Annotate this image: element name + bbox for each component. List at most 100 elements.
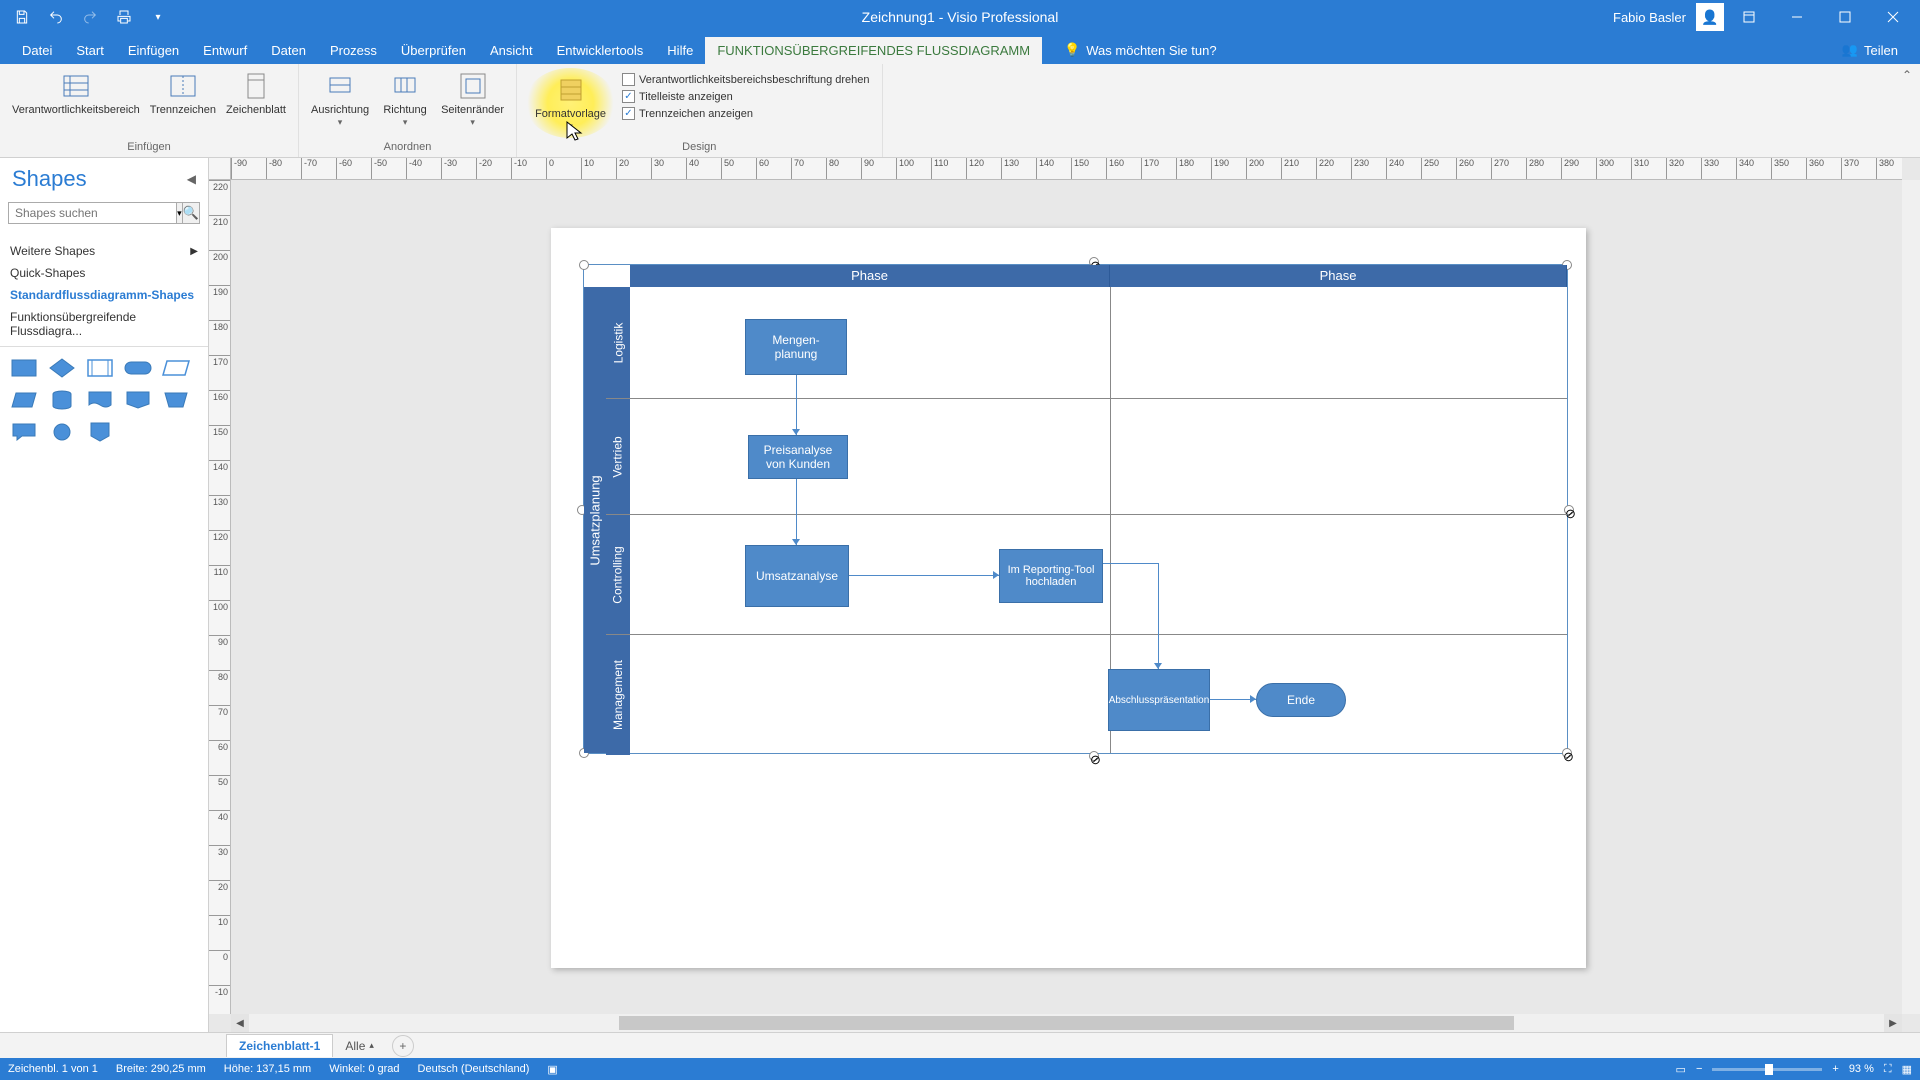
connector[interactable] [849,575,999,576]
tab-start[interactable]: Start [64,37,115,64]
zoom-in-button[interactable]: + [1832,1063,1838,1075]
redo-button[interactable] [76,3,104,31]
ausrichtung-button[interactable]: Ausrichtung ▾ [307,68,373,130]
swimlane-diagram[interactable]: ⊘ ⊘ ⊘ ⊘ Phase Phase Umsatzplanung [583,264,1568,754]
tab-hilfe[interactable]: Hilfe [655,37,705,64]
stencil-crossfunctional[interactable]: Funktionsübergreifende Flussdiagra... [0,306,208,342]
lane-header-management[interactable]: Management [606,635,630,755]
tab-prozess[interactable]: Prozess [318,37,389,64]
qat-customize[interactable]: ▾ [144,3,172,31]
show-titlebar-checkbox[interactable]: ✓Titelleiste anzeigen [622,89,870,104]
canvas[interactable]: ⊘ ⊘ ⊘ ⊘ Phase Phase Umsatzplanung [231,180,1902,1014]
connector[interactable] [796,479,797,515]
tab-entwurf[interactable]: Entwurf [191,37,259,64]
box-umsatzanalyse[interactable]: Umsatzanalyse [745,545,849,607]
macro-record-icon[interactable]: ▣ [547,1063,557,1076]
show-separators-checkbox[interactable]: ✓Trennzeichen anzeigen [622,106,870,121]
status-language[interactable]: Deutsch (Deutschland) [418,1063,530,1075]
close-button[interactable] [1870,0,1916,34]
zoom-slider[interactable] [1712,1068,1822,1071]
phase-1[interactable]: Phase [630,265,1110,287]
lane-management[interactable]: Management Abschlusspräsentation Ende [606,635,1567,755]
shape-process[interactable] [10,357,38,379]
avatar[interactable]: 👤 [1696,3,1724,31]
scrollbar-thumb[interactable] [619,1016,1514,1030]
shape-connector-circle[interactable] [48,421,76,443]
tab-ueberpruefen[interactable]: Überprüfen [389,37,478,64]
collapse-ribbon[interactable]: ⌃ [1894,64,1920,157]
tab-funktionsuebergreifendes-flussdiagramm[interactable]: FUNKTIONSÜBERGREIFENDES FLUSSDIAGRAMM [705,37,1042,64]
vertical-scrollbar[interactable] [1902,180,1920,1014]
lane-controlling[interactable]: Controlling Umsatzanalyse Im Reporting-T… [606,515,1567,635]
scroll-right-icon[interactable]: ▶ [1884,1014,1902,1032]
save-button[interactable] [8,3,36,31]
tab-einfuegen[interactable]: Einfügen [116,37,191,64]
shape-database[interactable] [48,389,76,411]
connector[interactable] [1103,563,1158,564]
scroll-left-icon[interactable]: ◀ [231,1014,249,1032]
user-name[interactable]: Fabio Basler [1613,10,1686,25]
box-ende[interactable]: Ende [1256,683,1346,717]
tab-entwicklertools[interactable]: Entwicklertools [545,37,656,64]
sheet-all-button[interactable]: Alle▴ [335,1035,384,1057]
shape-decision[interactable] [48,357,76,379]
tell-me-search[interactable]: 💡 Was möchten Sie tun? [1052,36,1229,64]
shape-callout[interactable] [10,421,38,443]
shape-reference[interactable] [124,389,152,411]
vertical-ruler[interactable]: 2202102001901801701601501401301201101009… [209,180,231,1014]
box-reporting[interactable]: Im Reporting-Tool hochladen [999,549,1103,603]
sheet-tab-1[interactable]: Zeichenblatt-1 [226,1034,333,1057]
lane-logistik[interactable]: Logistik Mengen- planung [606,287,1567,399]
diagram-title[interactable]: Umsatzplanung [584,287,606,753]
lane-vertrieb[interactable]: Vertrieb Preisanalyse von Kunden [606,399,1567,515]
undo-button[interactable] [42,3,70,31]
shape-parallelogram[interactable] [10,389,38,411]
presentation-mode-icon[interactable]: ▭ [1676,1063,1686,1076]
collapse-panel-icon[interactable]: ◀ [187,172,196,186]
more-shapes-item[interactable]: Weitere Shapes▶ [0,240,208,262]
shape-manual[interactable] [162,389,190,411]
add-sheet-button[interactable]: + [392,1035,414,1057]
drawing-page[interactable]: ⊘ ⊘ ⊘ ⊘ Phase Phase Umsatzplanung [551,228,1586,968]
lane-header-vertrieb[interactable]: Vertrieb [606,399,630,514]
formatvorlage-button[interactable]: Formatvorlage ▾ [525,68,616,138]
maximize-button[interactable] [1822,0,1868,34]
richtung-button[interactable]: Richtung ▾ [375,68,435,130]
phase-2[interactable]: Phase [1110,265,1567,287]
zoom-level[interactable]: 93 % [1849,1063,1874,1075]
zoom-thumb[interactable] [1765,1064,1773,1075]
shape-offpage[interactable] [86,421,114,443]
print-button[interactable] [110,3,138,31]
connector[interactable] [1158,563,1159,635]
box-abschluss[interactable]: Abschlusspräsentation [1108,669,1210,731]
selection-handle[interactable] [579,260,589,270]
horizontal-ruler[interactable]: -90-80-70-60-50-40-30-20-100102030405060… [231,158,1902,180]
tab-datei[interactable]: Datei [10,37,64,64]
fit-page-icon[interactable]: ⛶ [1884,1063,1892,1076]
page-button[interactable]: Zeichenblatt [222,68,290,119]
ribbon-display-options[interactable] [1726,0,1772,34]
share-button[interactable]: 👥 Teilen [1830,36,1910,64]
search-input[interactable] [8,202,177,224]
lane-header-logistik[interactable]: Logistik [606,287,630,398]
connector[interactable] [796,375,797,399]
swimlane-button[interactable]: Verantwortlichkeitsbereich [8,68,144,119]
shape-document[interactable] [86,389,114,411]
minimize-button[interactable] [1774,0,1820,34]
search-button[interactable]: 🔍 [183,202,200,224]
lane-header-controlling[interactable]: Controlling [606,515,630,634]
shape-data[interactable] [162,357,190,379]
separator-button[interactable]: Trennzeichen [146,68,220,119]
tab-ansicht[interactable]: Ansicht [478,37,545,64]
stencil-standard[interactable]: Standardflussdiagramm-Shapes [0,284,208,306]
zoom-out-button[interactable]: − [1696,1063,1702,1075]
tab-daten[interactable]: Daten [259,37,318,64]
shape-subprocess[interactable] [86,357,114,379]
seitenraender-button[interactable]: Seitenränder ▾ [437,68,508,130]
quick-shapes-item[interactable]: Quick-Shapes [0,262,208,284]
rotate-label-checkbox[interactable]: Verantwortlichkeitsbereichsbeschriftung … [622,72,870,87]
horizontal-scrollbar[interactable]: ◀ ▶ [231,1014,1902,1032]
box-preisanalyse[interactable]: Preisanalyse von Kunden [748,435,848,479]
pan-zoom-icon[interactable]: ▦ [1902,1063,1912,1076]
shape-terminator[interactable] [124,357,152,379]
